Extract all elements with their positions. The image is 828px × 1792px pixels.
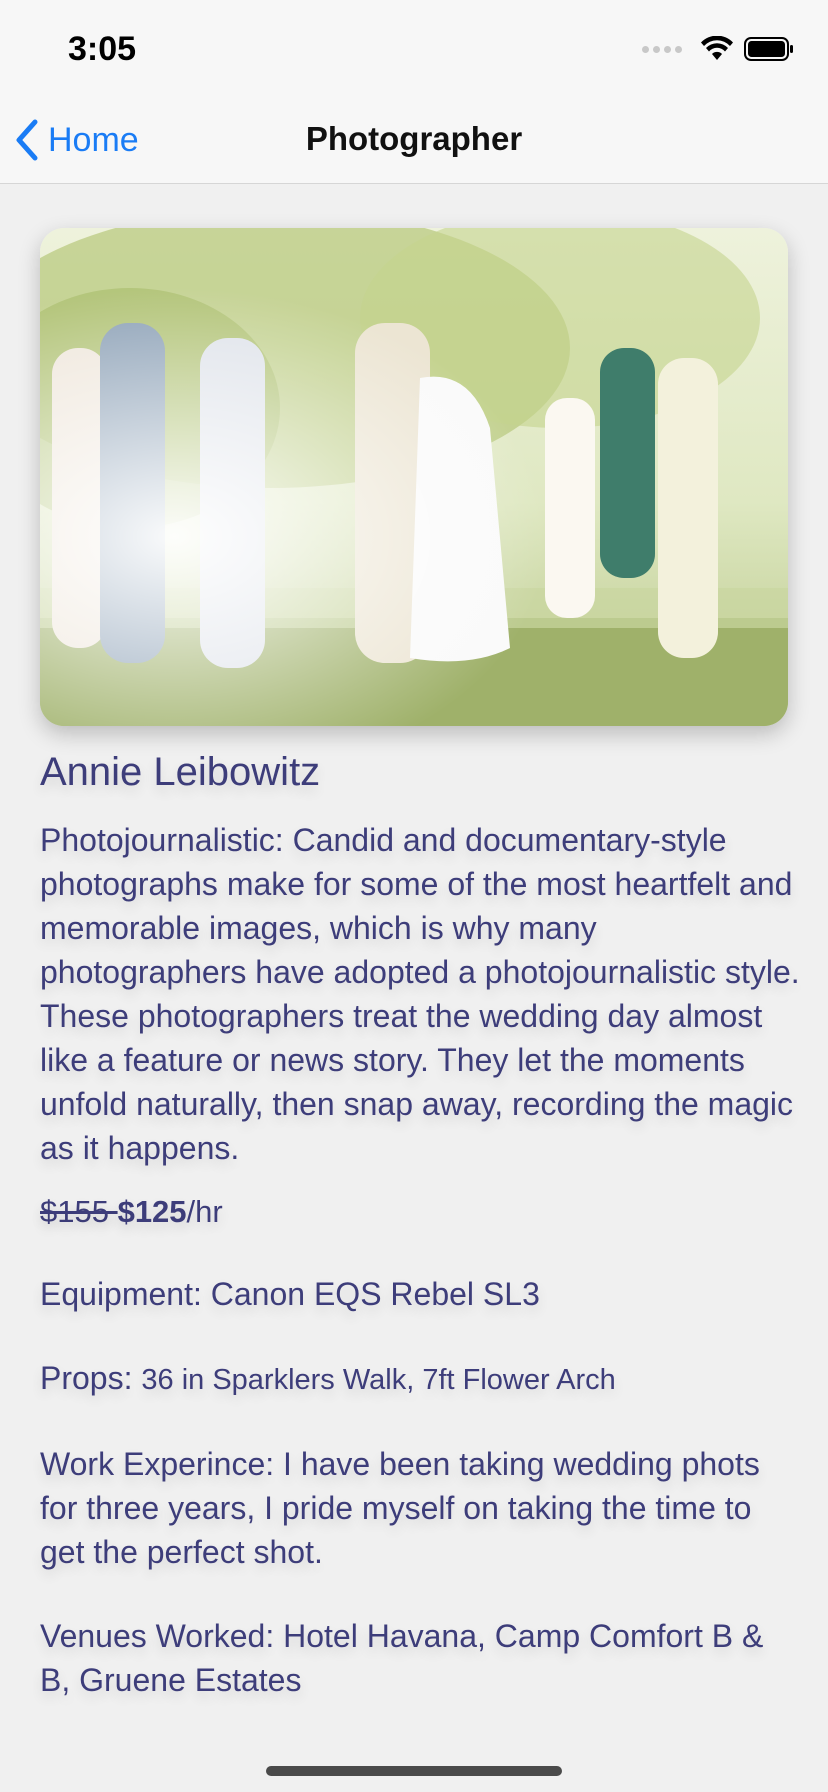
- new-price: $125: [117, 1194, 187, 1229]
- page-title: Photographer: [305, 120, 523, 157]
- venues-row: Venues Worked: Hotel Havana, Camp Comfor…: [40, 1614, 800, 1702]
- equipment-row: Equipment: Canon EQS Rebel SL3: [40, 1272, 800, 1316]
- venues-label: Venues Worked:: [40, 1618, 284, 1654]
- navigation-bar: Home Photographer: [0, 96, 828, 184]
- home-indicator[interactable]: [266, 1766, 562, 1776]
- old-price: $155: [40, 1194, 118, 1229]
- price-unit: /hr: [186, 1194, 223, 1229]
- photographer-details: Annie Leibowitz Photojournalistic: Candi…: [40, 744, 800, 1702]
- battery-icon: [744, 37, 793, 61]
- cellular-signal-icon: [642, 45, 682, 53]
- work-experience-label: Work Experince:: [40, 1446, 284, 1482]
- status-time: 3:05: [68, 30, 137, 68]
- photographer-description: Photojournalistic: Candid and documentar…: [40, 822, 800, 1166]
- props-row: Props: 36 in Sparklers Walk, 7ft Flower …: [40, 1356, 800, 1402]
- work-experience-row: Work Experince: I have been taking weddi…: [40, 1442, 800, 1574]
- status-icons: [642, 36, 794, 62]
- props-label: Props:: [40, 1360, 142, 1396]
- photographer-name: Annie Leibowitz: [40, 750, 321, 794]
- equipment-value: Canon EQS Rebel SL3: [210, 1276, 540, 1312]
- price-row: $155 $125/hr: [40, 1190, 800, 1234]
- equipment-label: Equipment:: [40, 1276, 211, 1312]
- wifi-icon: [701, 36, 733, 60]
- status-bar: 3:05: [0, 0, 828, 96]
- wedding-photo: [40, 228, 788, 726]
- props-value: 36 in Sparklers Walk, 7ft Flower Arch: [141, 1364, 616, 1396]
